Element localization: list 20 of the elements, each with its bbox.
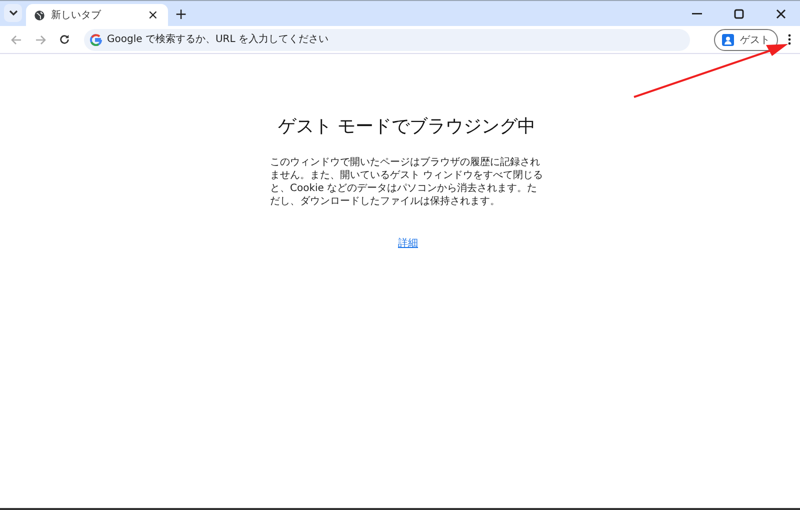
g-logo-icon [90,34,102,46]
menu-dots-icon [788,34,790,45]
guest-mode-description: このウィンドウで開いたページはブラウザの履歴に記録されません。また、開いているゲスト ウィンドウをすべて閉じると、Cookie などのデータはパソコンから消去されます。ただし、ダウンロードしたファイルは保持されます。 [270,156,544,208]
tab-list-button[interactable] [4,4,22,22]
reload-icon [58,34,70,45]
back-arrow-icon [10,34,22,44]
address-bar[interactable]: Google で検索するか、URL を入力してください [84,28,690,50]
browser-tab[interactable]: 新しいタブ × [26,4,168,26]
learn-more-link[interactable]: 詳細 [398,236,418,250]
tab-close-button[interactable]: × [146,8,160,22]
forward-arrow-icon [34,34,46,44]
new-tab-button[interactable]: + [172,4,190,24]
maximize-icon [734,9,744,19]
person-icon [722,34,734,46]
minimize-icon [692,13,702,15]
page-heading: ゲスト モードでブラウジング中 [278,115,537,138]
tab-title: 新しいタブ [51,8,102,22]
globe-icon [34,10,45,20]
chevron-down-icon [8,10,18,16]
close-icon [776,9,786,19]
